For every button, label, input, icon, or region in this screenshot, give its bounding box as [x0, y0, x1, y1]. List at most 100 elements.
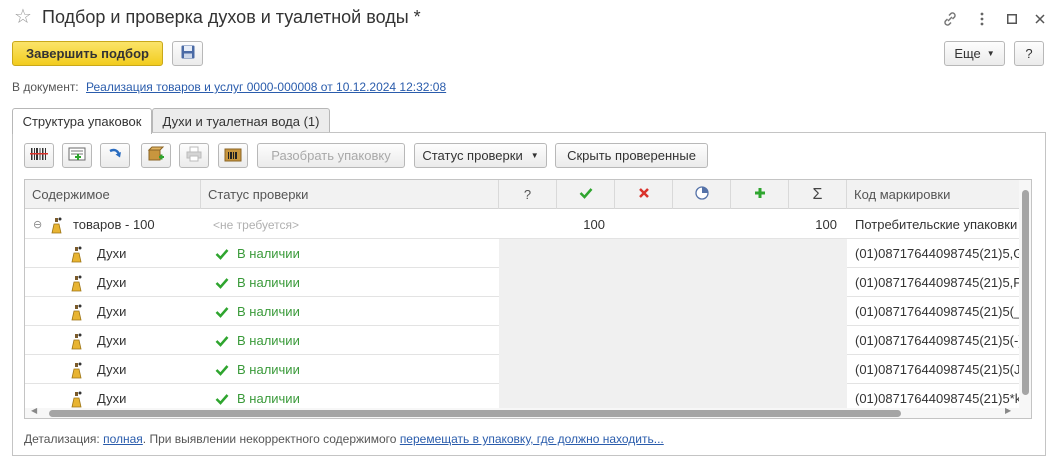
checkmark-icon	[579, 187, 593, 202]
group-content: товаров - 100	[73, 217, 155, 232]
favorite-star-icon[interactable]: ☆	[14, 7, 32, 27]
add-codes-button[interactable]	[62, 143, 92, 168]
column-content[interactable]: Содержимое	[25, 180, 201, 209]
table-row-group[interactable]: ⊖ товаров - 100 <не требуется> 100 100 П…	[25, 210, 1031, 239]
row-marking-code: (01)08717644098745(21)5,Pl	[855, 275, 1019, 290]
scroll-left-icon[interactable]: ◀	[31, 406, 37, 415]
barcode-scanner-icon	[30, 146, 48, 165]
group-total-count: 100	[815, 217, 837, 232]
column-total[interactable]: Σ	[789, 180, 847, 209]
group-status: <не требуется>	[213, 217, 299, 232]
scroll-right-icon[interactable]: ▶	[1005, 406, 1011, 415]
column-status[interactable]: Статус проверки	[201, 180, 499, 209]
horizontal-scroll-thumb[interactable]	[49, 410, 901, 417]
table-row[interactable]: Духи В наличии (01)08717644098745(21)5(-)l	[25, 326, 1031, 355]
maximize-icon[interactable]	[1002, 9, 1022, 29]
row-status: В наличии	[237, 304, 300, 319]
box-barcode-icon	[224, 146, 242, 165]
row-content: Духи	[97, 275, 127, 290]
table-header: Содержимое Статус проверки ? Σ Код марки…	[25, 180, 1031, 209]
plus-icon	[754, 187, 766, 202]
help-button[interactable]: ?	[1014, 41, 1044, 66]
column-marking-code[interactable]: Код маркировки	[847, 180, 1031, 209]
horizontal-scrollbar[interactable]: ◀ ▶	[25, 406, 1031, 418]
detail-footer: Детализация: полная. При выявлении некор…	[24, 432, 664, 446]
detail-middle-text: . При выявлении некорректного содержимог…	[142, 432, 397, 446]
table-row[interactable]: Духи В наличии (01)08717644098745(21)5,G	[25, 239, 1031, 268]
collapse-toggle-icon[interactable]: ⊖	[33, 210, 47, 239]
cross-icon	[638, 187, 650, 202]
title-bar: ☆ Подбор и проверка духов и туалетной во…	[0, 0, 1062, 38]
add-list-icon	[68, 146, 86, 165]
unpack-button[interactable]: Разобрать упаковку	[257, 143, 405, 168]
row-status: В наличии	[237, 333, 300, 348]
row-status: В наличии	[237, 362, 300, 377]
more-menu-button[interactable]: Еще ▼	[944, 41, 1005, 66]
check-status-label: Статус проверки	[422, 148, 523, 163]
empty-counter-cells	[499, 268, 847, 297]
move-button[interactable]	[100, 143, 130, 168]
document-label: В документ:	[12, 80, 79, 94]
table-row[interactable]: Духи В наличии (01)08717644098745(21)5(Jn	[25, 355, 1031, 384]
packages-table[interactable]: Содержимое Статус проверки ? Σ Код марки…	[24, 179, 1032, 419]
perfume-bottle-icon	[49, 210, 69, 239]
row-marking-code: (01)08717644098745(21)5(Jn	[855, 362, 1019, 377]
perfume-bottle-icon	[69, 355, 89, 384]
incorrect-content-action-link[interactable]: перемещать в упаковку, где должно находи…	[400, 432, 664, 446]
more-vertical-icon[interactable]	[972, 9, 992, 29]
check-status-menu-button[interactable]: Статус проверки ▼	[414, 143, 547, 168]
perfume-bottle-icon	[69, 268, 89, 297]
group-marking-code: Потребительские упаковки	[855, 217, 1018, 232]
chevron-down-icon: ▼	[986, 49, 995, 58]
row-content: Духи	[97, 304, 127, 319]
row-marking-code: (01)08717644098745(21)5(-)l	[855, 333, 1019, 348]
checkmark-icon	[215, 239, 233, 268]
tab-perfumes[interactable]: Духи и туалетная вода (1)	[152, 108, 330, 133]
close-icon[interactable]	[1030, 9, 1050, 29]
vertical-scroll-thumb[interactable]	[1022, 190, 1029, 395]
link-icon[interactable]	[940, 9, 960, 29]
column-unknown[interactable]: ?	[499, 180, 557, 209]
row-marking-code: (01)08717644098745(21)5,G	[855, 246, 1019, 261]
tab-package-structure[interactable]: Структура упаковок	[12, 108, 152, 134]
chevron-down-icon: ▼	[530, 151, 539, 160]
checkmark-icon	[215, 297, 233, 326]
empty-counter-cells	[499, 297, 847, 326]
row-marking-code: (01)08717644098745(21)5(_(	[855, 304, 1019, 319]
column-errors[interactable]	[615, 180, 673, 209]
print-button[interactable]	[179, 143, 209, 168]
table-row[interactable]: Духи В наличии (01)08717644098745(21)5,Pl	[25, 268, 1031, 297]
perfume-bottle-icon	[69, 239, 89, 268]
package-barcode-button[interactable]	[218, 143, 248, 168]
detail-level-link[interactable]: полная	[103, 432, 143, 446]
document-link[interactable]: Реализация товаров и услуг 0000-000008 о…	[86, 80, 446, 94]
document-reference: В документ: Реализация товаров и услуг 0…	[12, 80, 446, 94]
printer-icon	[185, 146, 203, 165]
column-pending[interactable]	[673, 180, 731, 209]
checkmark-icon	[215, 268, 233, 297]
row-content: Духи	[97, 333, 127, 348]
redirect-arrow-icon	[106, 146, 124, 165]
perfume-bottle-icon	[69, 297, 89, 326]
row-content: Духи	[97, 362, 127, 377]
table-row[interactable]: Духи В наличии (01)08717644098745(21)5(_(	[25, 297, 1031, 326]
hide-checked-button[interactable]: Скрыть проверенные	[555, 143, 708, 168]
box-add-icon	[147, 146, 165, 165]
floppy-disk-icon	[180, 44, 196, 63]
column-checked[interactable]	[557, 180, 615, 209]
more-menu-label: Еще	[954, 46, 981, 61]
vertical-scrollbar[interactable]	[1019, 180, 1031, 408]
scan-barcode-button[interactable]	[24, 143, 54, 168]
save-button[interactable]	[172, 41, 203, 66]
detail-prefix: Детализация:	[24, 432, 100, 446]
empty-counter-cells	[499, 355, 847, 384]
add-package-button[interactable]	[141, 143, 171, 168]
empty-counter-cells	[499, 326, 847, 355]
window-title: Подбор и проверка духов и туалетной воды…	[42, 7, 421, 27]
checkmark-icon	[215, 326, 233, 355]
row-status: В наличии	[237, 275, 300, 290]
row-status: В наличии	[237, 246, 300, 261]
column-added[interactable]	[731, 180, 789, 209]
finish-selection-button[interactable]: Завершить подбор	[12, 41, 163, 66]
empty-counter-cells	[499, 239, 847, 268]
